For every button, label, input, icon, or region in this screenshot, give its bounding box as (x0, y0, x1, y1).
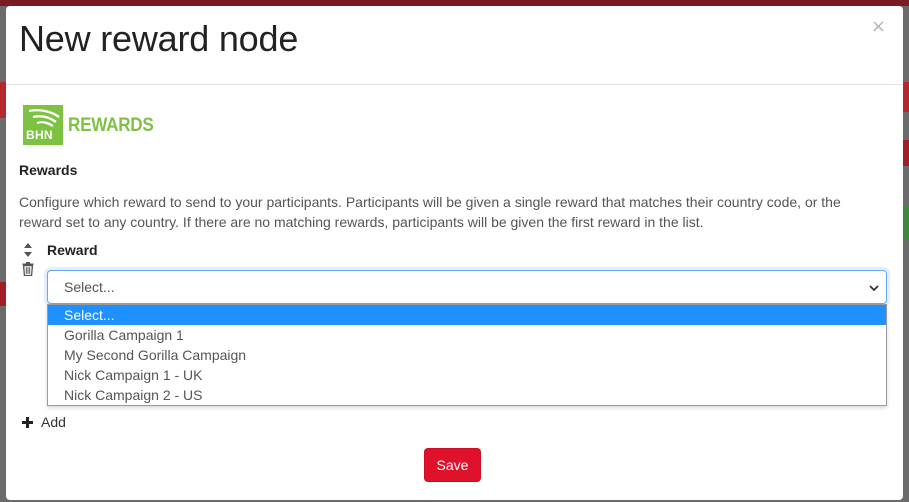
reward-option[interactable]: My Second Gorilla Campaign (48, 345, 886, 365)
reward-option[interactable]: Nick Campaign 2 - US (48, 385, 886, 405)
logo-mark-text: BHN (26, 128, 53, 142)
backdrop-element (903, 206, 909, 240)
reward-option[interactable]: Select... (48, 305, 886, 325)
reward-option[interactable]: Nick Campaign 1 - UK (48, 365, 886, 385)
modal-title: New reward node (19, 18, 299, 59)
new-reward-node-modal: New reward node × BHN REWARDS Rewards Co… (6, 6, 903, 500)
logo-wordmark: REWARDS (68, 115, 154, 136)
reward-field-label: Reward (47, 242, 98, 258)
close-icon[interactable]: × (871, 18, 886, 36)
chevron-down-icon (869, 285, 879, 292)
section-description: Configure which reward to send to your p… (19, 194, 841, 230)
add-label: Add (41, 414, 66, 430)
bhn-logo-mark: BHN (23, 105, 63, 145)
section-title: Rewards (19, 162, 78, 178)
bhn-rewards-logo: BHN REWARDS (23, 105, 154, 145)
trash-icon[interactable] (22, 262, 34, 276)
backdrop-element (903, 82, 909, 112)
sort-handle-icon[interactable] (23, 242, 33, 258)
reward-select[interactable]: Select... (47, 270, 887, 304)
reward-options-list: Select... Gorilla Campaign 1 My Second G… (47, 304, 887, 406)
reward-select-value: Select... (64, 279, 115, 295)
backdrop-element (903, 140, 909, 166)
reward-option[interactable]: Gorilla Campaign 1 (48, 325, 886, 345)
plus-icon (22, 417, 33, 428)
save-button[interactable]: Save (424, 448, 481, 482)
modal-header: New reward node × (6, 6, 903, 85)
